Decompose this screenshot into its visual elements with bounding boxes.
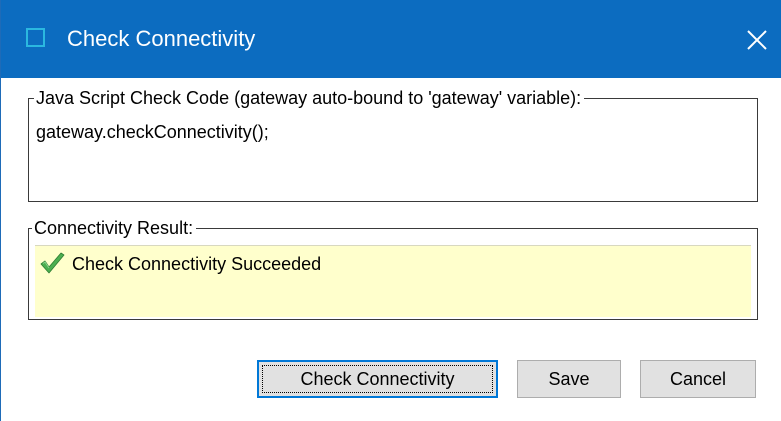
check-connectivity-label: Check Connectivity — [300, 369, 455, 389]
close-button[interactable] — [733, 16, 777, 60]
check-code-legend: Java Script Check Code (gateway auto-bou… — [34, 87, 585, 109]
connectivity-result-legend: Connectivity Result: — [32, 217, 197, 239]
green-checkmark-icon — [40, 252, 65, 274]
check-connectivity-dialog: Check Connectivity Java Script Check Cod… — [0, 0, 781, 421]
save-label: Save — [548, 369, 590, 389]
title-bar[interactable]: Check Connectivity — [1, 0, 781, 78]
cancel-button[interactable]: Cancel — [640, 360, 756, 398]
cancel-label: Cancel — [669, 369, 727, 389]
connectivity-result-group: Connectivity Result: Check Connectivity … — [28, 217, 758, 320]
check-connectivity-button[interactable]: Check Connectivity — [257, 360, 498, 398]
dialog-title: Check Connectivity — [67, 26, 256, 51]
check-code-editor[interactable]: gateway.checkConnectivity(); — [36, 121, 269, 143]
result-panel: Check Connectivity Succeeded — [35, 245, 751, 317]
window-frame-icon — [26, 28, 45, 47]
save-button[interactable]: Save — [517, 360, 621, 398]
result-status-text: Check Connectivity Succeeded — [72, 254, 322, 274]
close-x-icon — [747, 30, 767, 50]
check-code-group: Java Script Check Code (gateway auto-bou… — [28, 87, 758, 202]
